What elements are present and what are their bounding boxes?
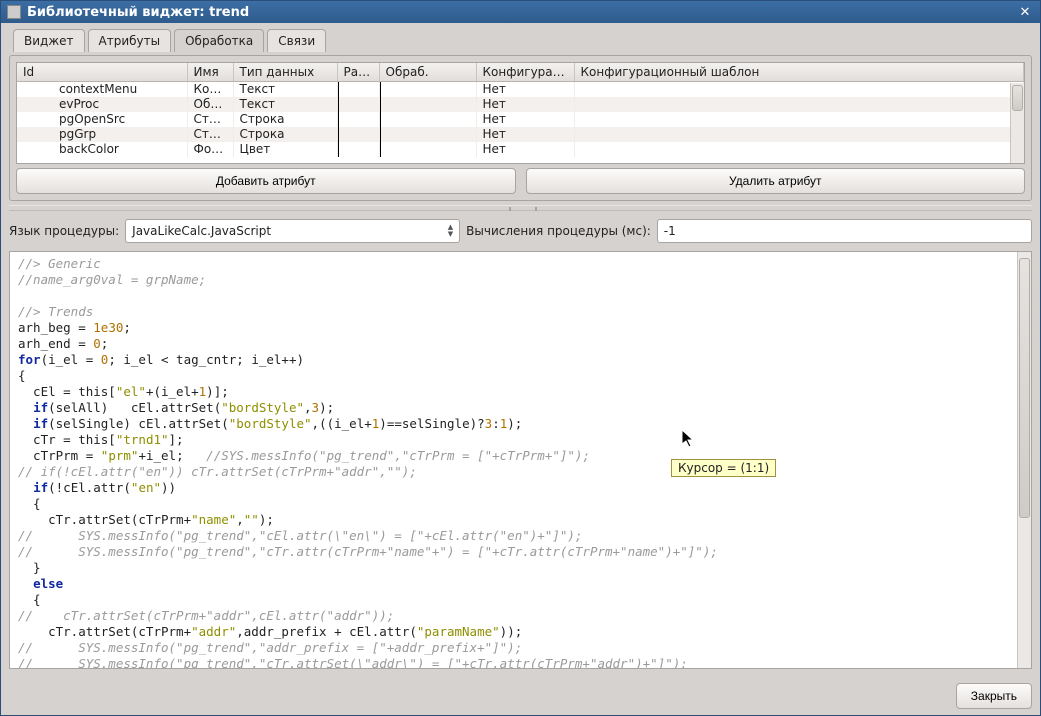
cell-conf[interactable]: Нет <box>476 127 574 142</box>
cell-id[interactable]: evProc <box>17 97 187 112</box>
tab-widget[interactable]: Виджет <box>13 29 85 52</box>
close-icon[interactable]: ✕ <box>1016 4 1034 20</box>
cell-name[interactable]: Обра... <box>187 97 233 112</box>
cell-conf[interactable]: Нет <box>476 97 574 112</box>
cell-proc[interactable] <box>379 82 476 97</box>
procedure-config-row: Язык процедуры: JavaLikeCalc.JavaScript … <box>9 215 1032 247</box>
cell-id[interactable]: contextMenu <box>17 82 187 97</box>
tab-attributes[interactable]: Атрибуты <box>88 29 172 52</box>
dialog-button-bar: Закрыть <box>1 677 1040 715</box>
col-header-type[interactable]: Тип данных <box>233 63 337 82</box>
cell-conf[interactable]: Нет <box>476 112 574 127</box>
add-attribute-button[interactable]: Добавить атрибут <box>16 168 516 194</box>
cell-cfgt[interactable] <box>574 97 1024 112</box>
cell-id[interactable]: backColor <box>17 142 187 157</box>
col-header-name[interactable]: Имя <box>187 63 233 82</box>
proc-lang-combo[interactable]: JavaLikeCalc.JavaScript ▲▼ <box>125 219 460 243</box>
titlebar: Библиотечный виджет: trend ✕ <box>1 1 1040 23</box>
delete-attribute-button[interactable]: Удалить атрибут <box>526 168 1026 194</box>
cell-proc[interactable] <box>379 127 476 142</box>
col-header-conf[interactable]: Конфигурация <box>476 63 574 82</box>
table-row[interactable]: contextMenuКонт...Текст Нет <box>17 82 1024 97</box>
col-header-work[interactable]: Рабоч <box>337 63 379 82</box>
cell-name[interactable]: Стра... <box>187 112 233 127</box>
cell-name[interactable]: Стра... <box>187 127 233 142</box>
cell-proc[interactable] <box>379 112 476 127</box>
cell-work[interactable] <box>337 112 379 127</box>
content-area: Виджет Атрибуты Обработка Связи Id Имя Т… <box>1 23 1040 677</box>
horizontal-splitter[interactable] <box>9 205 1032 211</box>
cell-type[interactable]: Текст <box>233 82 337 97</box>
proc-lang-value: JavaLikeCalc.JavaScript <box>132 224 271 238</box>
tab-bar: Виджет Атрибуты Обработка Связи <box>9 29 1032 52</box>
col-header-cfgt[interactable]: Конфигурационный шаблон <box>574 63 1024 82</box>
cell-type[interactable]: Строка <box>233 127 337 142</box>
attributes-table[interactable]: Id Имя Тип данных Рабоч Обраб. Конфигура… <box>17 63 1024 157</box>
cell-type[interactable]: Строка <box>233 112 337 127</box>
cell-cfgt[interactable] <box>574 112 1024 127</box>
cell-cfgt[interactable] <box>574 82 1024 97</box>
close-button[interactable]: Закрыть <box>956 683 1032 709</box>
cell-conf[interactable]: Нет <box>476 142 574 157</box>
cell-proc[interactable] <box>379 97 476 112</box>
cell-id[interactable]: pgGrp <box>17 127 187 142</box>
tab-links[interactable]: Связи <box>267 29 326 52</box>
cell-type[interactable]: Цвет <box>233 142 337 157</box>
cell-type[interactable]: Текст <box>233 97 337 112</box>
attributes-panel: Id Имя Тип данных Рабоч Обраб. Конфигура… <box>9 55 1032 201</box>
table-row[interactable]: backColorФон:...Цвет Нет <box>17 142 1024 157</box>
cell-cfgt[interactable] <box>574 142 1024 157</box>
tab-processing[interactable]: Обработка <box>174 29 264 52</box>
code-editor-wrap: //> Generic //name_arg0val = grpName; //… <box>9 251 1032 669</box>
col-header-id[interactable]: Id <box>17 63 187 82</box>
proc-calc-value: -1 <box>664 224 676 238</box>
table-row[interactable]: evProcОбра...Текст Нет <box>17 97 1024 112</box>
table-row[interactable]: pgGrpСтра...Строка Нет <box>17 127 1024 142</box>
attr-buttons-row: Добавить атрибут Удалить атрибут <box>16 168 1025 194</box>
window-title: Библиотечный виджет: trend <box>27 5 1016 20</box>
cell-work[interactable] <box>337 82 379 97</box>
app-icon <box>7 5 21 19</box>
cell-cfgt[interactable] <box>574 127 1024 142</box>
proc-lang-label: Язык процедуры: <box>9 224 119 238</box>
cell-work[interactable] <box>337 127 379 142</box>
cell-work[interactable] <box>337 142 379 157</box>
editor-scroll-thumb[interactable] <box>1019 258 1030 518</box>
cell-proc[interactable] <box>379 142 476 157</box>
cell-conf[interactable]: Нет <box>476 82 574 97</box>
proc-calc-input[interactable]: -1 <box>657 219 1032 243</box>
cell-id[interactable]: pgOpenSrc <box>17 112 187 127</box>
attributes-table-wrap: Id Имя Тип данных Рабоч Обраб. Конфигура… <box>16 62 1025 164</box>
cell-name[interactable]: Конт... <box>187 82 233 97</box>
combo-arrows-icon: ▲▼ <box>448 224 453 238</box>
table-scrollbar[interactable] <box>1010 83 1024 163</box>
col-header-proc[interactable]: Обраб. <box>379 63 476 82</box>
cell-name[interactable]: Фон:... <box>187 142 233 157</box>
code-editor[interactable]: //> Generic //name_arg0val = grpName; //… <box>10 252 1017 668</box>
editor-scrollbar[interactable] <box>1017 252 1031 668</box>
table-row[interactable]: pgOpenSrcСтра...Строка Нет <box>17 112 1024 127</box>
proc-calc-label: Вычисления процедуры (мс): <box>466 224 651 238</box>
table-scroll-thumb[interactable] <box>1012 85 1023 111</box>
main-window: Библиотечный виджет: trend ✕ Виджет Атри… <box>0 0 1041 716</box>
cell-work[interactable] <box>337 97 379 112</box>
